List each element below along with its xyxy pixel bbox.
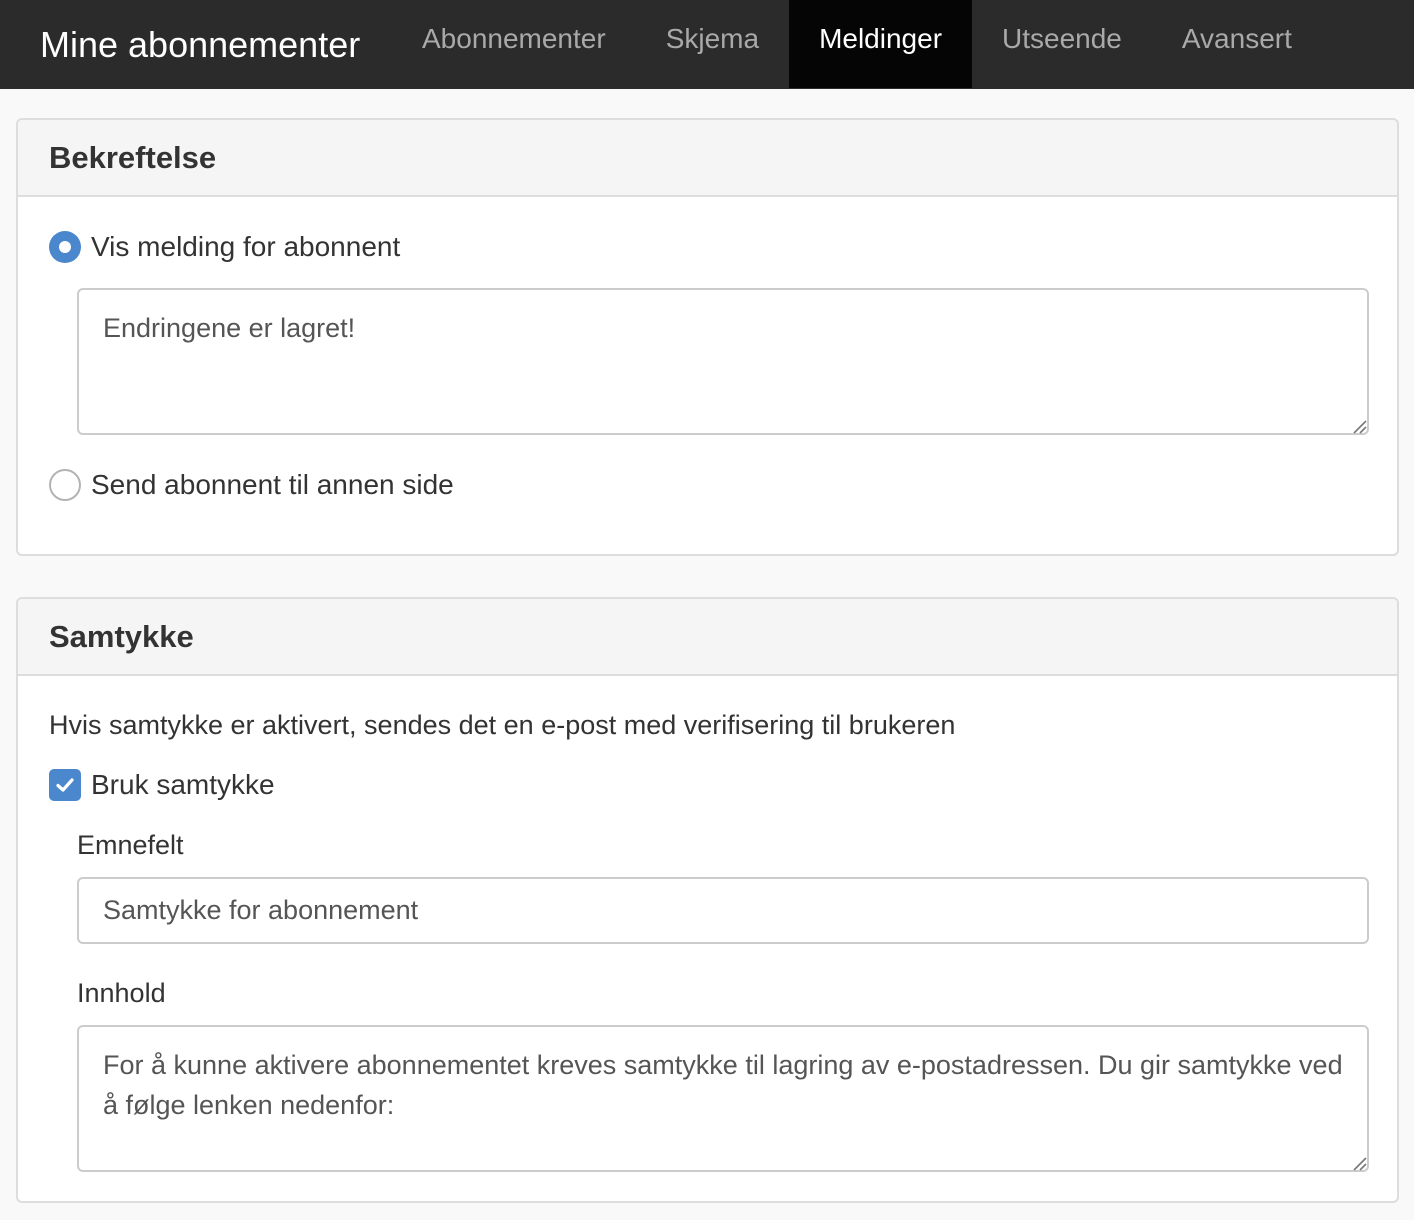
app-title[interactable]: Mine abonnementer	[0, 0, 392, 89]
nav-tabs: Abonnementer Skjema Meldinger Utseende A…	[392, 0, 1322, 89]
confirmation-panel-title: Bekreftelse	[49, 139, 217, 175]
use-consent-label: Bruk samtykke	[91, 769, 275, 800]
consent-content-textarea[interactable]: For å kunne aktivere abonnementet kreves…	[77, 1025, 1369, 1172]
tab-meldinger[interactable]: Meldinger	[789, 0, 973, 88]
top-navbar: Mine abonnementer Abonnementer Skjema Me…	[0, 0, 1414, 89]
tab-utseende[interactable]: Utseende	[972, 0, 1152, 89]
use-consent-option[interactable]: Bruk samtykke	[49, 769, 275, 801]
redirect-option[interactable]: Send abonnent til annen side	[49, 469, 454, 501]
confirmation-panel: Bekreftelse Vis melding for abonnent End…	[16, 118, 1399, 556]
subject-input[interactable]: Samtykke for abonnement	[77, 877, 1369, 944]
redirect-label: Send abonnent til annen side	[91, 469, 454, 500]
show-message-label: Vis melding for abonnent	[91, 231, 401, 262]
redirect-radio[interactable]	[49, 469, 81, 501]
checkmark-icon	[56, 778, 74, 792]
tab-skjema[interactable]: Skjema	[636, 0, 789, 89]
confirmation-message-textarea[interactable]: Endringene er lagret!	[77, 288, 1369, 435]
show-message-option[interactable]: Vis melding for abonnent	[49, 231, 400, 263]
use-consent-checkbox[interactable]	[49, 769, 81, 801]
content-label: Innhold	[77, 978, 166, 1008]
consent-help-text: Hvis samtykke er aktivert, sendes det en…	[49, 710, 956, 740]
subject-label: Emnefelt	[77, 830, 184, 860]
confirmation-panel-heading: Bekreftelse	[18, 120, 1397, 197]
show-message-radio[interactable]	[49, 231, 81, 263]
consent-panel: Samtykke Hvis samtykke er aktivert, send…	[16, 597, 1399, 1203]
consent-panel-title: Samtykke	[49, 618, 194, 654]
consent-panel-heading: Samtykke	[18, 599, 1397, 676]
tab-avansert[interactable]: Avansert	[1152, 0, 1322, 89]
tab-abonnementer[interactable]: Abonnementer	[392, 0, 636, 89]
